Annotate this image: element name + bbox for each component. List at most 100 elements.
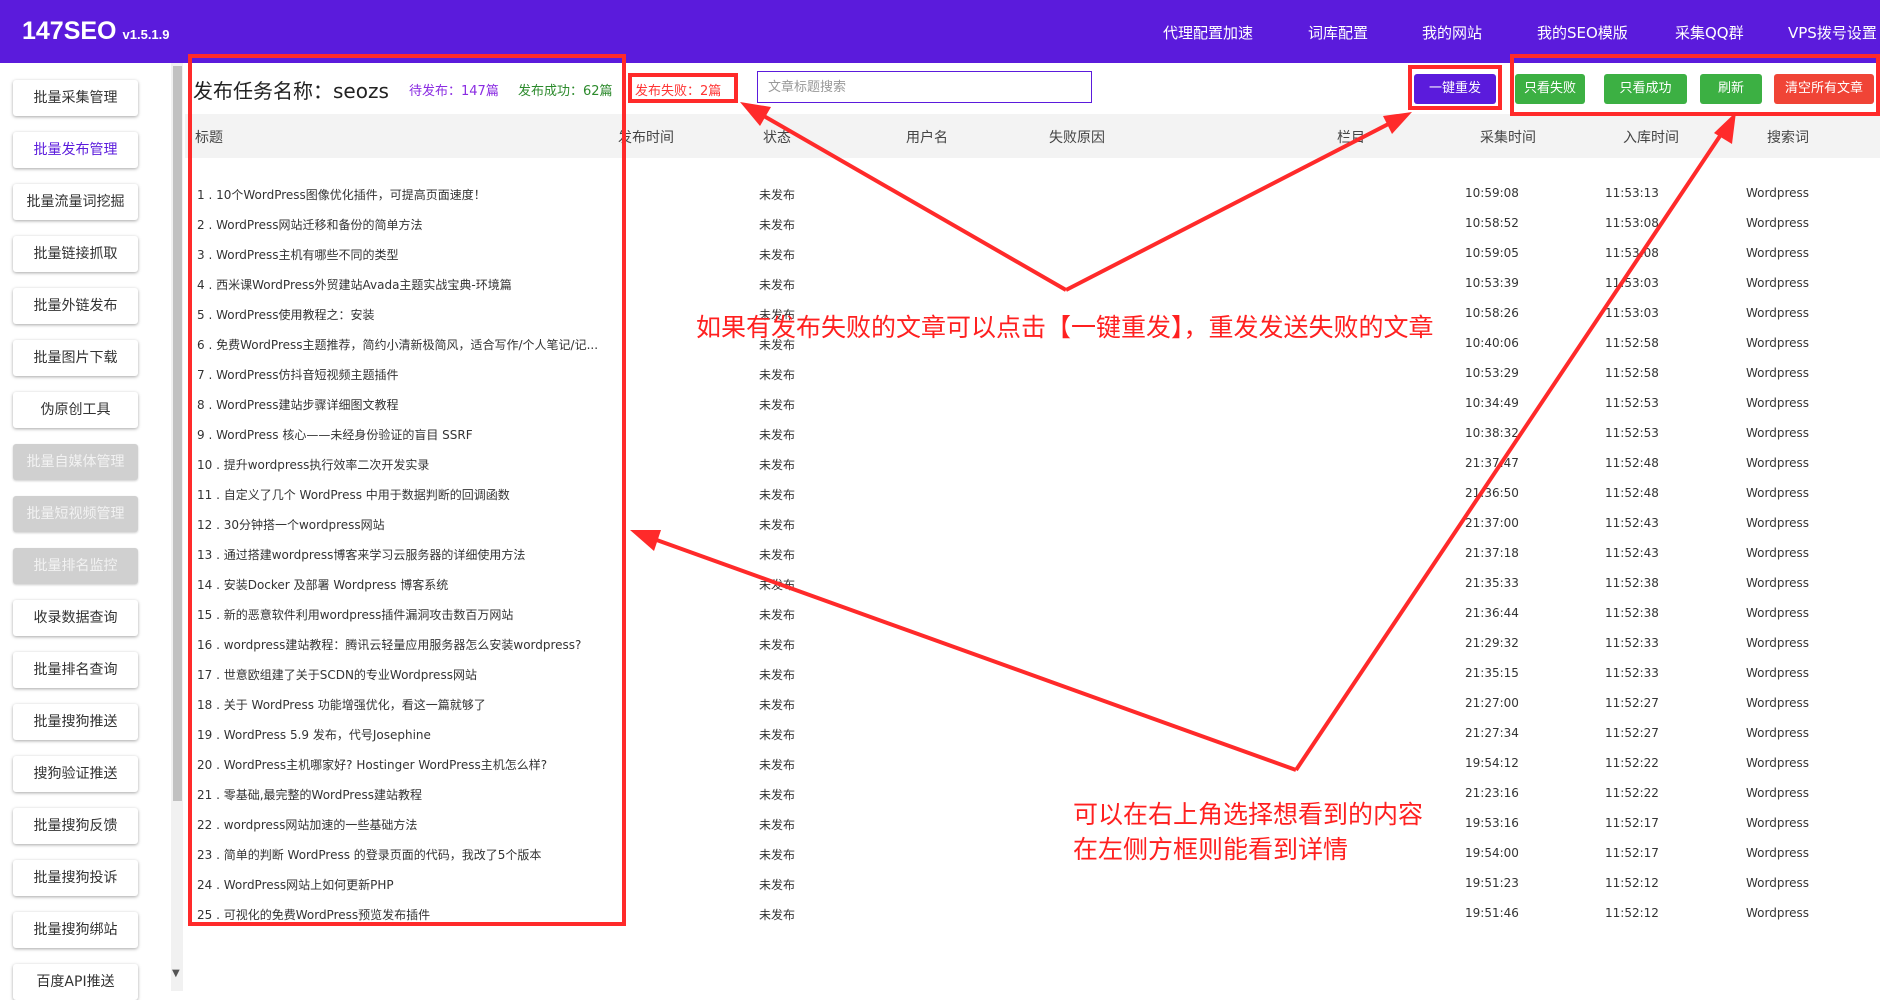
only-failed-button[interactable]: 只看失败 [1515,74,1585,104]
sidebar-item-15[interactable]: 批量搜狗反馈 [13,808,138,844]
row-search-keyword: Wordpress [1746,246,1810,260]
sidebar-item-3[interactable]: 批量流量词挖掘 [13,184,138,220]
nav-seo-templates[interactable]: 我的SEO模版 [1537,22,1628,43]
table-row[interactable]: 15 . 新的恶意软件利用wordpress插件漏洞攻击数百万网站 未发布 21:3… [185,598,1880,628]
col-fail-reason[interactable]: 失败原因 [1049,127,1105,147]
row-collect-time: 21:37:18 [1465,546,1519,560]
row-search-keyword: Wordpress [1746,726,1810,740]
sidebar-item-2[interactable]: 批量发布管理 [13,132,138,168]
sidebar-item-16[interactable]: 批量搜狗投诉 [13,860,138,896]
top-bar: 147SEO v1.5.1.9 代理配置加速 词库配置 我的网站 我的SEO模版 … [0,0,1880,63]
col-instock-time[interactable]: 入库时间 [1623,127,1679,147]
sidebar-scroll-thumb[interactable] [173,66,182,801]
refresh-button[interactable]: 刷新 [1700,74,1762,104]
row-status: 未发布 [759,488,796,502]
row-collect-time: 21:37:00 [1465,516,1519,530]
table-row[interactable]: 1 . 10个WordPress图像优化插件，可提高页面速度！ 未发布 10:59:… [185,178,1880,208]
row-instock-time: 11:53:03 [1605,306,1659,320]
sidebar-item-12[interactable]: 批量排名查询 [13,652,138,688]
row-title: 10 . 提升wordpress执行效率二次开发实录 [197,458,430,472]
sidebar-item-6[interactable]: 批量图片下载 [13,340,138,376]
table-row[interactable]: 16 . wordpress建站教程：腾讯云轻量应用服务器怎么安装wordpre… [185,628,1880,658]
table-row[interactable]: 17 . 世意欧组建了关于SCDN的专业Wordpress网站 未发布 21:35:… [185,658,1880,688]
table-row[interactable]: 9 . WordPress 核心——未经身份验证的盲目 SSRF 未发布 10:38… [185,418,1880,448]
col-publish-time[interactable]: 发布时间 [618,127,674,147]
table-row[interactable]: 2 . WordPress网站迁移和备份的简单方法 未发布 10:58:52 11:5… [185,208,1880,238]
sidebar-item-5[interactable]: 批量外链发布 [13,288,138,324]
table-row[interactable]: 23 . 简单的判断 WordPress 的登录页面的代码，我改了5个版本 未发布… [185,838,1880,868]
row-instock-time: 11:52:53 [1605,396,1659,410]
only-success-button[interactable]: 只看成功 [1604,74,1687,104]
col-collect-time[interactable]: 采集时间 [1480,127,1536,147]
col-search-keyword[interactable]: 搜索词 [1767,127,1809,147]
sidebar-item-10: 批量排名监控 [13,548,138,584]
table-row[interactable]: 7 . WordPress仿抖音短视频主题插件 未发布 10:53:29 11:52:… [185,358,1880,388]
row-status: 未发布 [759,428,796,442]
row-status: 未发布 [759,308,796,322]
table-row[interactable]: 20 . WordPress主机哪家好? Hostinger WordPress… [185,748,1880,778]
row-instock-time: 11:52:58 [1605,336,1659,350]
republish-all-button[interactable]: 一键重发 [1414,74,1496,104]
nav-my-sites[interactable]: 我的网站 [1422,22,1482,43]
row-search-keyword: Wordpress [1746,486,1810,500]
row-title: 5 . WordPress使用教程之：安装 [197,308,375,322]
table-row[interactable]: 24 . WordPress网站上如何更新PHP 未发布 19:51:23 11:52… [185,868,1880,898]
article-title-search-input[interactable] [757,71,1092,103]
table-row[interactable]: 4 . 西米课WordPress外贸建站Avada主题实战宝典-环境篇 未发布 10… [185,268,1880,298]
table-row[interactable]: 5 . WordPress使用教程之：安装 未发布 10:58:26 11:53:03… [185,298,1880,328]
nav-vps-dial[interactable]: VPS拨号设置 [1788,22,1877,43]
table-row[interactable]: 14 . 安装Docker 及部署 Wordpress 博客系统 未发布 21:35… [185,568,1880,598]
row-collect-time: 10:53:29 [1465,366,1519,380]
row-collect-time: 21:36:50 [1465,486,1519,500]
table-row[interactable]: 12 . 30分钟搭一个wordpress网站 未发布 21:37:00 11:52:… [185,508,1880,538]
sidebar-item-1[interactable]: 批量采集管理 [13,80,138,116]
table-row[interactable]: 18 . 关于 WordPress 功能增强优化，看这一篇就够了 未发布 21:27… [185,688,1880,718]
failed-count[interactable]: 发布失败：2篇 [635,80,721,99]
clear-all-articles-button[interactable]: 清空所有文章 [1774,74,1874,104]
table-row[interactable]: 19 . WordPress 5.9 发布，代号Josephine 未发布 21:2… [185,718,1880,748]
sidebar-item-7[interactable]: 伪原创工具 [13,392,138,428]
row-title: 23 . 简单的判断 WordPress 的登录页面的代码，我改了5个版本 [197,848,542,862]
table-row[interactable]: 25 . 可视化的免费WordPress预览发布插件 未发布 19:51:46 11:… [185,898,1880,928]
nav-proxy-config[interactable]: 代理配置加速 [1163,22,1253,43]
nav-wordlib-config[interactable]: 词库配置 [1308,22,1368,43]
row-status: 未发布 [759,908,796,922]
row-collect-time: 21:27:34 [1465,726,1519,740]
sidebar-item-11[interactable]: 收录数据查询 [13,600,138,636]
sidebar-item-14[interactable]: 搜狗验证推送 [13,756,138,792]
col-status[interactable]: 状态 [763,127,791,147]
table-row[interactable]: 13 . 通过搭建wordpress博客来学习云服务器的详细使用方法 未发布 21:… [185,538,1880,568]
sidebar-item-4[interactable]: 批量链接抓取 [13,236,138,272]
row-search-keyword: Wordpress [1746,756,1810,770]
row-title: 17 . 世意欧组建了关于SCDN的专业Wordpress网站 [197,668,477,682]
row-collect-time: 19:51:46 [1465,906,1519,920]
nav-qq-group[interactable]: 采集QQ群 [1675,22,1744,43]
col-category[interactable]: 栏目 [1337,127,1365,147]
row-instock-time: 11:52:12 [1605,906,1659,920]
row-instock-time: 11:52:17 [1605,816,1659,830]
sidebar-item-18[interactable]: 百度API推送 [13,964,138,1000]
app-version: v1.5.1.9 [122,27,170,42]
table-row[interactable]: 22 . wordpress网站加速的一些基础方法 未发布 19:53:16 11:5… [185,808,1880,838]
col-title[interactable]: 标题 [195,127,223,147]
col-username[interactable]: 用户名 [906,127,948,147]
table-row[interactable]: 21 . 零基础,最完整的WordPress建站教程 未发布 21:23:16 11:… [185,778,1880,808]
scroll-down-arrow-icon[interactable]: ▼ [172,968,180,979]
sidebar-item-13[interactable]: 批量搜狗推送 [13,704,138,740]
sidebar-item-17[interactable]: 批量搜狗绑站 [13,912,138,948]
row-instock-time: 11:52:22 [1605,786,1659,800]
row-collect-time: 10:58:52 [1465,216,1519,230]
row-instock-time: 11:52:12 [1605,876,1659,890]
row-instock-time: 11:52:48 [1605,486,1659,500]
table-row[interactable]: 8 . WordPress建站步骤详细图文教程 未发布 10:34:49 11:52:… [185,388,1880,418]
table-row[interactable]: 11 . 自定义了几个 WordPress 中用于数据判断的回调函数 未发布 21:… [185,478,1880,508]
table-row[interactable]: 3 . WordPress主机有哪些不同的类型 未发布 10:59:05 11:53:… [185,238,1880,268]
row-instock-time: 11:52:38 [1605,576,1659,590]
row-status: 未发布 [759,788,796,802]
row-status: 未发布 [759,848,796,862]
row-title: 22 . wordpress网站加速的一些基础方法 [197,818,418,832]
row-title: 9 . WordPress 核心——未经身份验证的盲目 SSRF [197,428,473,442]
table-row[interactable]: 6 . 免费WordPress主题推荐，简约小清新极简风，适合写作/个人笔记/记… [185,328,1880,358]
table-row[interactable]: 10 . 提升wordpress执行效率二次开发实录 未发布 21:37:47 11:… [185,448,1880,478]
row-search-keyword: Wordpress [1746,456,1810,470]
